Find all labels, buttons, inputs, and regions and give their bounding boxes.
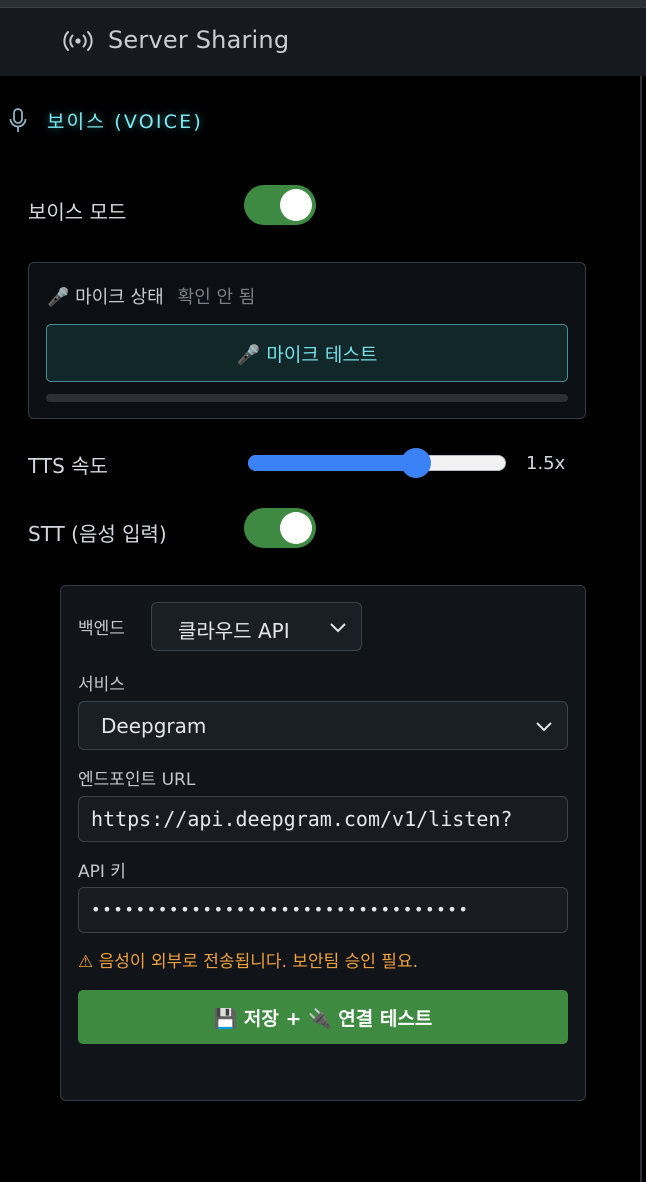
voice-mode-label: 보이스 모드	[28, 200, 127, 224]
tts-speed-label: TTS 속도	[28, 454, 108, 478]
service-select[interactable]: Deepgram	[78, 701, 568, 750]
tts-speed-slider[interactable]	[248, 448, 506, 478]
mic-status-value: 확인 안 됨	[177, 287, 256, 308]
endpoint-label: 엔드포인트 URL	[78, 770, 196, 790]
window-top-border	[0, 0, 646, 8]
voice-section-label: 보이스 (VOICE)	[47, 111, 203, 133]
mic-test-button[interactable]: 🎤 마이크 테스트	[46, 324, 568, 382]
mic-status-panel: 🎤 마이크 상태 확인 안 됨 🎤 마이크 테스트	[28, 262, 586, 419]
backend-select[interactable]: 클라우드 API	[151, 602, 362, 651]
broadcast-icon	[62, 30, 94, 52]
endpoint-url-input[interactable]: https://api.deepgram.com/v1/listen?	[78, 796, 568, 842]
chevron-down-icon	[329, 617, 347, 635]
voice-section-heading: 보이스 (VOICE)	[0, 100, 400, 140]
slider-thumb[interactable]	[400, 448, 431, 478]
scrollbar-edge	[640, 0, 642, 1182]
mic-status-label: 🎤 마이크 상태	[47, 287, 164, 308]
server-sharing-header[interactable]: Server Sharing	[0, 8, 646, 76]
tts-speed-value: 1.5x	[526, 453, 566, 474]
service-select-value: Deepgram	[101, 714, 207, 738]
stt-label: STT (음성 입력)	[28, 522, 167, 546]
toggle-knob	[280, 512, 312, 544]
stt-toggle[interactable]	[244, 508, 316, 548]
backend-label: 백엔드	[78, 619, 125, 639]
mic-status-row: 🎤 마이크 상태 확인 안 됨	[47, 283, 255, 309]
service-label: 서비스	[78, 675, 125, 695]
api-key-label: API 키	[78, 862, 126, 882]
mic-level-meter	[46, 394, 568, 402]
chevron-down-icon	[535, 716, 553, 734]
microphone-icon	[8, 108, 28, 134]
api-key-input[interactable]: ••••••••••••••••••••••••••••••••••	[78, 887, 568, 933]
slider-fill	[248, 455, 416, 471]
toggle-knob	[280, 189, 312, 221]
save-and-test-button[interactable]: 💾 저장 + 🔌 연결 테스트	[78, 990, 568, 1044]
backend-select-value: 클라우드 API	[178, 619, 290, 643]
header-title: Server Sharing	[108, 26, 290, 54]
external-transfer-warning: ⚠ 음성이 외부로 전송됩니다. 보안팀 승인 필요.	[78, 952, 418, 972]
voice-mode-toggle[interactable]	[244, 185, 316, 225]
